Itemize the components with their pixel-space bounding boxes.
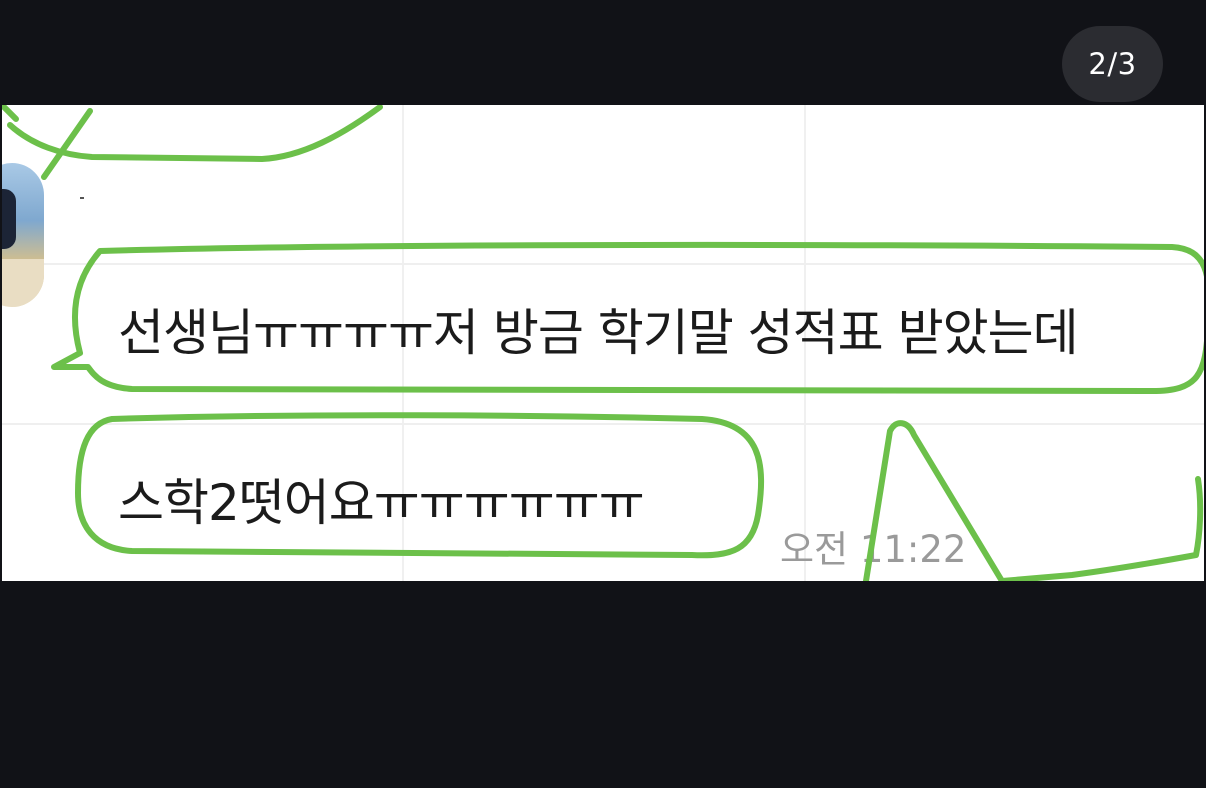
marker-cross-top (41, 108, 93, 180)
green-marker-annotations (2, 105, 1204, 581)
marker-bubble-1 (51, 241, 1204, 394)
image-viewer: 2/3 선생님ㅠㅠㅠㅠ저 방금 학기말 성적표 받았는데 스학2떳어요ㅠㅠㅠㅠㅠ… (0, 0, 1206, 788)
marker-triangle (863, 420, 1005, 581)
chat-screenshot-photo: 선생님ㅠㅠㅠㅠ저 방금 학기말 성적표 받았는데 스학2떳어요ㅠㅠㅠㅠㅠㅠ 오전… (2, 105, 1204, 581)
page-counter: 2/3 (1062, 26, 1163, 102)
marker-stroke-top (2, 105, 19, 122)
marker-bubble-2 (75, 412, 765, 559)
marker-right-curve (999, 476, 1204, 581)
